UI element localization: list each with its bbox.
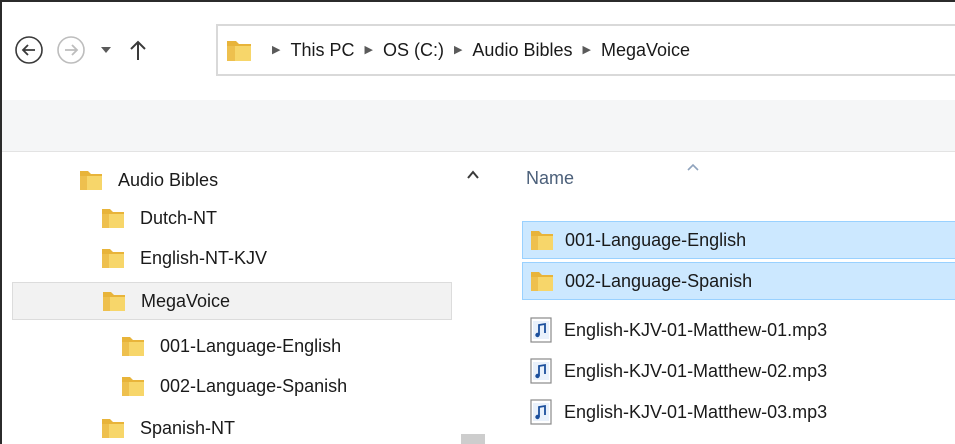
- breadcrumb-os-c[interactable]: OS (C:): [383, 40, 444, 61]
- forward-button[interactable]: [56, 35, 86, 65]
- audio-file-icon: [530, 399, 552, 425]
- breadcrumb-separator-icon: ▶: [272, 43, 281, 56]
- scroll-up-button[interactable]: [457, 164, 488, 186]
- sort-ascending-icon: [686, 158, 700, 176]
- nav-item-audio-bibles[interactable]: Audio Bibles: [78, 162, 218, 198]
- folder-icon: [80, 171, 102, 190]
- nav-item-label: 002-Language-Spanish: [160, 375, 348, 396]
- nav-item-001-language-english[interactable]: 001-Language-English: [120, 328, 341, 364]
- file-list-pane: Name 001-Language-English 002-Language-S…: [488, 152, 955, 444]
- nav-item-label: Spanish-NT: [140, 417, 236, 438]
- nav-item-megavoice[interactable]: MegaVoice: [12, 282, 452, 320]
- folder-icon: [531, 272, 553, 291]
- column-header-name[interactable]: Name: [526, 168, 574, 189]
- address-bar[interactable]: ▶ This PC ▶ OS (C:) ▶ Audio Bibles ▶ Meg…: [216, 24, 955, 76]
- nav-item-spanish-nt[interactable]: Spanish-NT: [100, 410, 235, 444]
- nav-item-english-nt-kjv[interactable]: English-NT-KJV: [100, 240, 267, 276]
- file-name: English-KJV-01-Matthew-02.mp3: [564, 360, 828, 381]
- file-row[interactable]: English-KJV-01-Matthew-01.mp3: [522, 311, 955, 349]
- file-row[interactable]: English-KJV-01-Matthew-02.mp3: [522, 352, 955, 390]
- breadcrumb-megavoice[interactable]: MegaVoice: [601, 40, 690, 61]
- address-row: ▶ This PC ▶ OS (C:) ▶ Audio Bibles ▶ Meg…: [2, 2, 955, 100]
- back-button[interactable]: [14, 35, 44, 65]
- folder-icon: [531, 231, 553, 250]
- nav-item-label: English-NT-KJV: [140, 247, 268, 268]
- scroll-thumb[interactable]: [461, 434, 485, 444]
- forward-arrow-icon: [57, 36, 85, 64]
- nav-pane-scrollbar[interactable]: [457, 152, 488, 444]
- navigation-pane: Audio Bibles Dutch-NT English-NT-KJV Meg…: [2, 152, 480, 444]
- nav-item-label: Dutch-NT: [140, 207, 218, 228]
- folder-icon: [122, 377, 144, 396]
- nav-item-label: Audio Bibles: [118, 169, 219, 190]
- nav-item-label: MegaVoice: [141, 290, 231, 311]
- file-name: English-KJV-01-Matthew-01.mp3: [564, 319, 828, 340]
- folder-icon: [103, 292, 125, 311]
- folder-icon: [122, 337, 144, 356]
- file-name: 001-Language-English: [565, 229, 747, 250]
- breadcrumb-separator-icon: ▶: [364, 43, 373, 56]
- folder-icon: [227, 41, 251, 61]
- file-row[interactable]: 001-Language-English: [522, 221, 955, 259]
- breadcrumb-this-pc[interactable]: This PC: [290, 40, 354, 61]
- breadcrumb-separator-icon: ▶: [453, 43, 463, 56]
- up-arrow-icon: [130, 40, 146, 60]
- folder-icon: [102, 419, 124, 438]
- audio-file-icon: [530, 358, 552, 384]
- up-button[interactable]: [124, 36, 152, 64]
- recent-locations-button[interactable]: [96, 40, 116, 60]
- back-arrow-icon: [15, 36, 43, 64]
- breadcrumb-separator-icon: ▶: [582, 43, 591, 56]
- file-name: English-KJV-01-Matthew-03.mp3: [564, 401, 828, 422]
- folder-icon: [102, 249, 124, 268]
- toolbar-strip: [2, 100, 955, 152]
- chevron-up-icon: [466, 170, 479, 179]
- file-row[interactable]: English-KJV-01-Matthew-03.mp3: [522, 393, 955, 431]
- nav-item-label: 001-Language-English: [160, 335, 342, 356]
- file-row[interactable]: 002-Language-Spanish: [522, 262, 955, 300]
- chevron-down-icon: [101, 47, 111, 53]
- explorer-window: ▶ This PC ▶ OS (C:) ▶ Audio Bibles ▶ Meg…: [0, 0, 955, 444]
- folder-icon: [102, 209, 124, 228]
- nav-item-002-language-spanish[interactable]: 002-Language-Spanish: [120, 368, 347, 404]
- audio-file-icon: [530, 317, 552, 343]
- breadcrumb-audio-bibles[interactable]: Audio Bibles: [472, 40, 572, 61]
- nav-item-dutch-nt[interactable]: Dutch-NT: [100, 200, 217, 236]
- file-name: 002-Language-Spanish: [565, 270, 753, 291]
